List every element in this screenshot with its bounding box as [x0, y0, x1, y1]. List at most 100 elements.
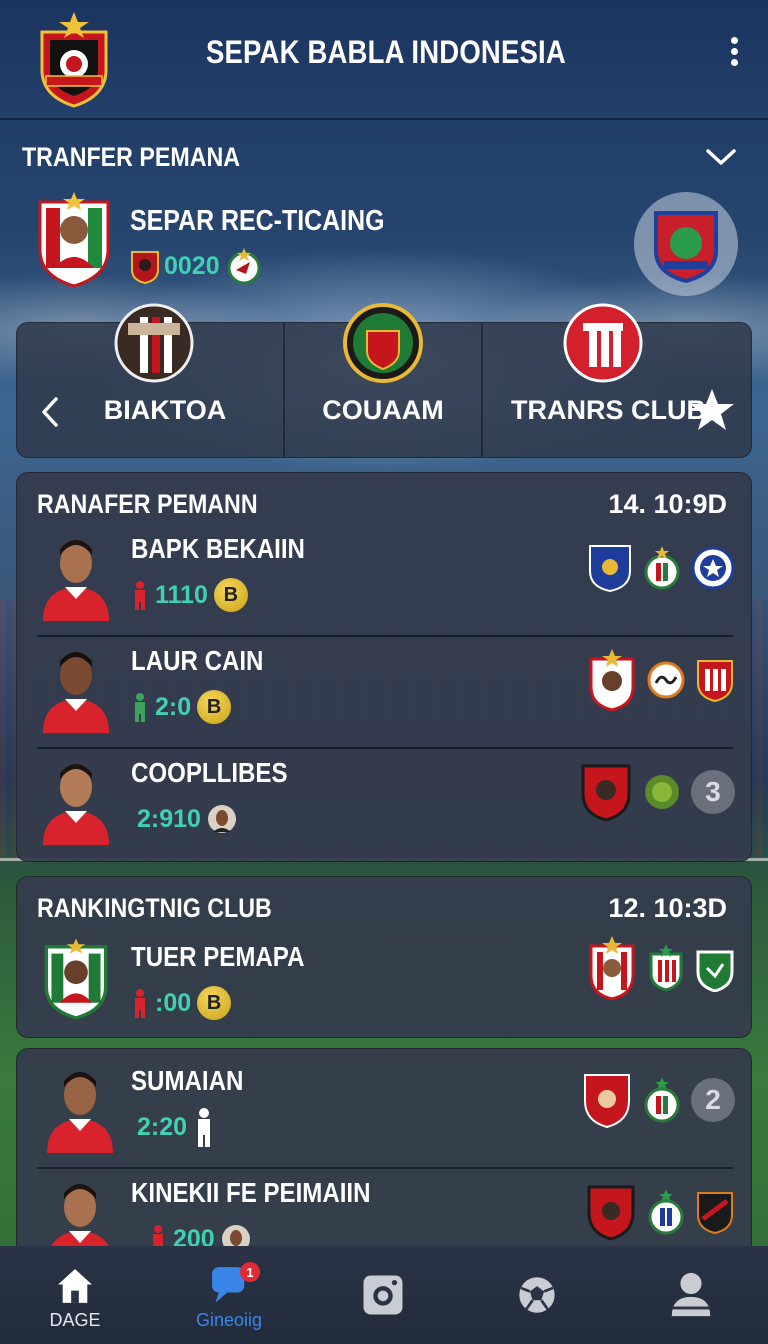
club-tab-couaam[interactable]: COUAAM [284, 303, 482, 458]
player-icon [135, 693, 145, 722]
player-icon [135, 989, 145, 1018]
club-crest-icon [227, 248, 261, 285]
club-tab-label: BIAKTOA [103, 395, 227, 425]
coin-icon: B [213, 578, 248, 612]
player-row[interactable]: SUMAIAN 2:20 2 [17, 1057, 753, 1169]
player-stats: 2:0 B [131, 687, 232, 727]
club-tabs: BIAKTOA COUAAM TRANRS CLUB [16, 303, 752, 458]
football-icon [519, 1277, 555, 1313]
home-icon [58, 1269, 92, 1303]
player-list-card: SUMAIAN 2:20 2 KINEKII FE PEIMAIIN 200 [16, 1048, 752, 1268]
club-icons [585, 1185, 735, 1241]
player-name: KINEKII FE PEIMAIIN [131, 1177, 371, 1208]
player-value: 2:910 [137, 804, 201, 833]
more-options-icon[interactable] [722, 34, 746, 74]
player-avatar-small [207, 805, 236, 833]
player-name: BAPK BEKAIIN [131, 533, 305, 564]
club-crest-icon [587, 1185, 635, 1241]
player-stats: 2:20 [137, 1107, 215, 1147]
club-crest-icon [645, 775, 679, 809]
chevron-down-icon[interactable] [704, 144, 738, 170]
player-name: LAUR CAIN [131, 645, 264, 676]
nav-label: Gineoiig [195, 1310, 263, 1330]
ranking-card: RANKINGTNIG CLUB 12. 10:3D TUER PEMAPA :… [16, 876, 752, 1038]
card-title: RANAFER PEMANN [37, 489, 258, 519]
club-crest-icon [589, 649, 635, 711]
player-stats: :00 B [131, 983, 232, 1023]
player-value: 2:0 [155, 692, 192, 721]
player-avatar [43, 540, 109, 621]
section-title-transfer: TRANFER PEMANA [22, 142, 241, 172]
club-tab-label: COUAAM [322, 395, 444, 425]
player-name: TUER PEMAPA [131, 941, 305, 972]
card-time: 14. 10:9D [608, 489, 727, 519]
bottom-navigation: DAGE 1 Gineoiig [0, 1246, 768, 1344]
club-tab-tranrs-club[interactable]: TRANRS CLUB [482, 303, 752, 458]
player-name: SUMAIAN [131, 1065, 244, 1096]
club-crest-icon [589, 545, 631, 593]
notification-badge: 1 [240, 1262, 260, 1282]
nav-label: DAGE [49, 1310, 101, 1330]
featured-player-name[interactable]: SEPAR REC-TICAING [130, 205, 426, 238]
club-crest-icon [696, 950, 734, 992]
player-row[interactable]: COOPLLIBES 2:910 3 [17, 749, 753, 861]
profile-icon [671, 1272, 711, 1317]
card-time: 12. 10:3D [608, 893, 727, 923]
player-avatar [47, 1072, 113, 1153]
club-crest-icon [648, 1189, 684, 1235]
player-row[interactable]: LAUR CAIN 2:0 B [17, 637, 753, 749]
player-icon [135, 581, 145, 610]
club-crest-icon [697, 1192, 733, 1235]
club-crest-icon [343, 303, 423, 383]
card-title: RANKINGTNIG CLUB [37, 893, 272, 923]
player-row[interactable]: TUER PEMAPA :00 B [17, 933, 753, 1033]
club-crest-icon [654, 211, 718, 283]
club-crest-icon [649, 944, 683, 992]
count-badge: 2 [691, 1078, 735, 1122]
club-crest-icon [589, 936, 635, 1000]
club-icons [587, 543, 735, 593]
club-crest-icon [114, 303, 194, 383]
player-value: :00 [155, 988, 192, 1017]
transfer-card: RANAFER PEMANN 14. 10:9D BAPK BEKAIIN 11… [16, 472, 752, 862]
nav-messages[interactable]: 1 Gineoiig [154, 1246, 304, 1344]
club-crest-icon [697, 660, 733, 703]
player-avatar [43, 652, 109, 733]
player-badge [44, 938, 108, 1020]
nav-home[interactable]: DAGE [0, 1246, 150, 1344]
app-logo-icon[interactable] [34, 10, 114, 110]
favorite-star-icon[interactable] [689, 387, 735, 433]
club-crest-icon [647, 661, 685, 699]
count-badge: 3 [691, 770, 735, 814]
featured-player-value: 0020 [164, 251, 220, 280]
club-crest-icon [563, 303, 643, 383]
featured-club-button[interactable] [634, 192, 738, 296]
coin-icon: B [197, 986, 232, 1020]
club-crest-icon [584, 1074, 630, 1129]
club-crest-icon [644, 1077, 680, 1123]
app-header: SEPAK BABLA INDONESIA [0, 0, 768, 120]
app-title: SEPAK BABLA INDONESIA [206, 34, 566, 70]
club-icons: 3 [579, 764, 735, 822]
club-tab-biaktoa[interactable]: BIAKTOA [16, 303, 284, 458]
coin-icon: B [197, 690, 232, 724]
player-value: 2:20 [137, 1112, 188, 1141]
nav-camera[interactable] [308, 1246, 458, 1344]
featured-player-stats: 0020 [130, 246, 262, 286]
club-crest-icon [581, 764, 631, 822]
club-icons: 2 [581, 1074, 735, 1129]
club-icons [587, 936, 735, 1000]
club-crest-icon [644, 546, 680, 590]
nav-matches[interactable] [462, 1246, 612, 1344]
camera-icon [363, 1275, 403, 1315]
player-icon [198, 1108, 211, 1147]
player-stats: 2:910 [137, 799, 237, 839]
player-stats: 1110 B [131, 575, 248, 615]
player-avatar [43, 764, 109, 845]
player-row[interactable]: BAPK BEKAIIN 1110 B [17, 525, 753, 637]
club-icons [587, 649, 735, 711]
nav-profile[interactable] [616, 1246, 766, 1344]
featured-player-badge [38, 192, 110, 288]
player-value: 1110 [155, 580, 208, 609]
player-name: COOPLLIBES [131, 757, 288, 788]
